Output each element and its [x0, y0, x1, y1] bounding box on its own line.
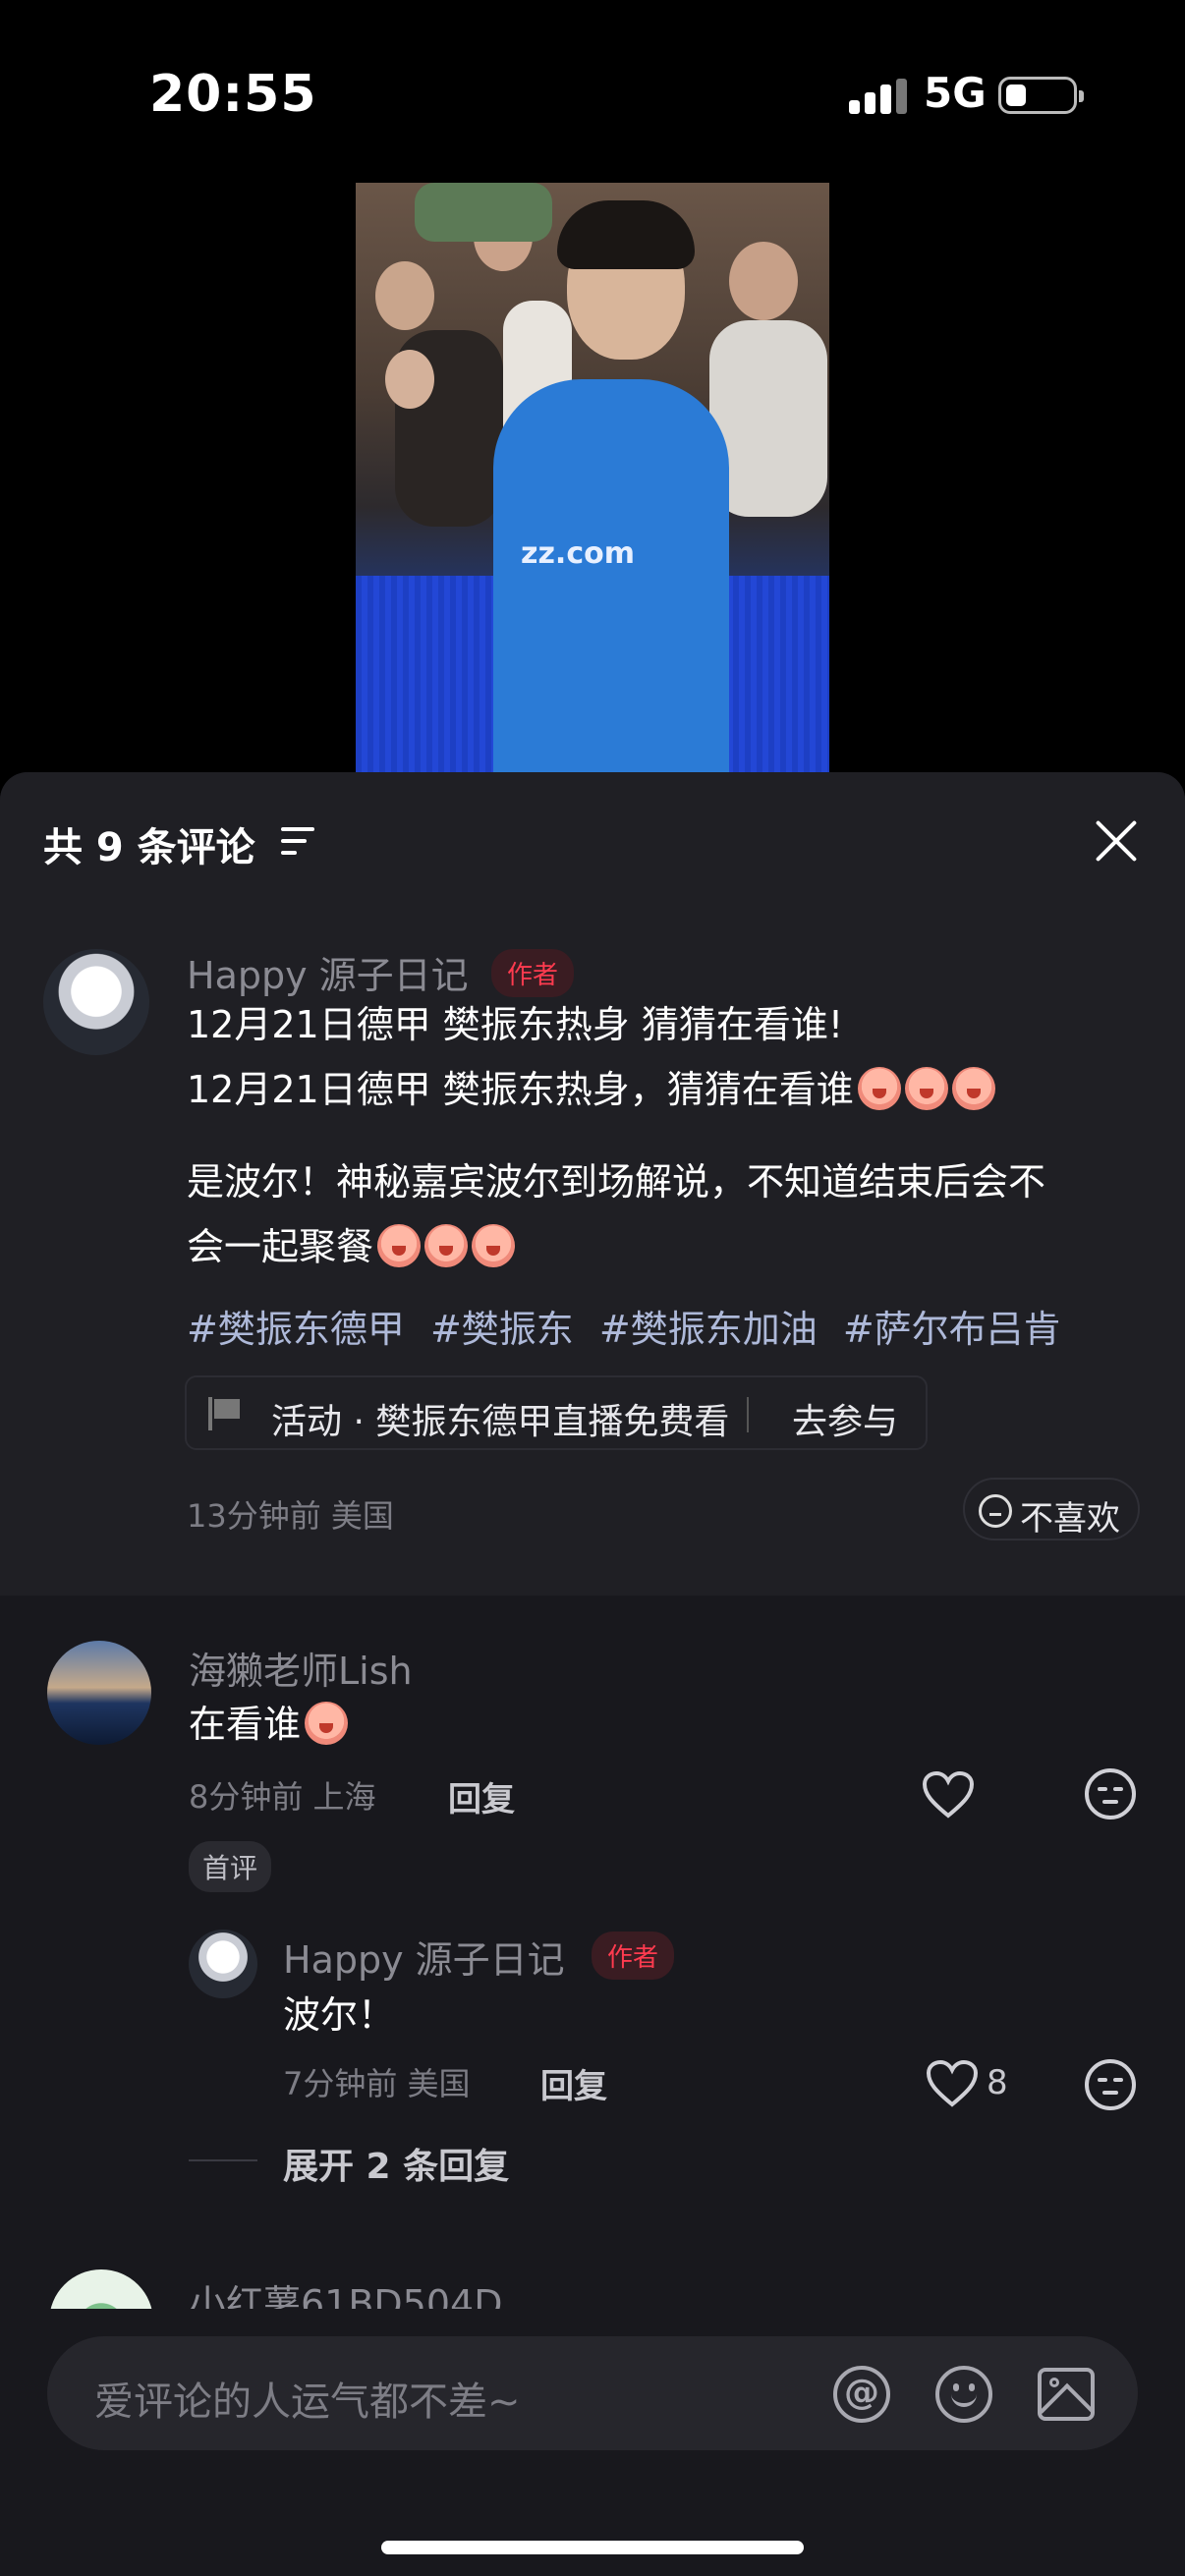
sheet-header: 共 9 条评论 [0, 772, 1185, 908]
post-title: 12月21日德甲 樊振东热身 猜猜在看谁! [187, 1003, 844, 1046]
post-meta: 13分钟前 美国 [187, 1491, 394, 1537]
post-line2: 12月21日德甲 樊振东热身，猜猜在看谁 [187, 1057, 995, 1122]
activity-label: 活动 · 樊振东德甲直播免费看 [271, 1402, 730, 1442]
avatar[interactable] [47, 1641, 151, 1745]
network-type: 5G [924, 69, 987, 117]
expand-replies-button[interactable]: 展开 2 条回复 [283, 2138, 509, 2189]
image-icon[interactable] [1038, 2368, 1095, 2421]
reply-location: 美国 [407, 2065, 471, 2102]
reply-time: 7分钟前 [283, 2065, 398, 2102]
author-badge: 作者 [491, 949, 575, 997]
heart-icon[interactable] [926, 2059, 979, 2108]
reply-username[interactable]: Happy 源子日记 [283, 1930, 565, 1984]
reply-text: 波尔！ [283, 1993, 396, 2037]
emoji-icon [951, 1067, 995, 1110]
close-icon[interactable] [1093, 817, 1140, 865]
meh-face-icon[interactable] [1085, 2059, 1136, 2110]
hashtag[interactable]: #樊振东德甲 [187, 1308, 405, 1351]
jersey-text: zz.com [521, 536, 635, 571]
avatar[interactable] [189, 1930, 257, 1998]
dislike-label: 不喜欢 [1020, 1499, 1120, 1539]
emoji-icon [424, 1224, 469, 1267]
hashtag[interactable]: #樊振东 [430, 1308, 574, 1351]
divider [189, 2159, 257, 2161]
battery-icon [998, 77, 1084, 114]
post-paragraph: 是波尔！神秘嘉宾波尔到场解说，不知道结束后会不 [187, 1160, 1046, 1204]
reply-button[interactable]: 回复 [448, 1772, 515, 1820]
emoji-icon [904, 1067, 948, 1110]
activity-link[interactable]: 活动 · 樊振东德甲直播免费看 去参与 [185, 1375, 928, 1450]
hashtag-row: #樊振东德甲 #樊振东 #樊振东加油 #萨尔布吕肯 [187, 1299, 1075, 1353]
comment-input-placeholder: 爱评论的人运气都不差~ [94, 2380, 521, 2425]
comment-time: 8分钟前 [189, 1778, 304, 1816]
meh-face-icon[interactable] [1085, 1768, 1136, 1820]
post-paragraph-2-text: 会一起聚餐 [187, 1225, 374, 1268]
video-player[interactable]: zz.com [356, 183, 829, 772]
activity-join-button[interactable]: 去参与 [792, 1393, 898, 1444]
emoji-icon [377, 1224, 422, 1267]
signal-icon [849, 79, 908, 114]
first-comment-badge: 首评 [189, 1841, 272, 1892]
comments-sheet: 共 9 条评论 Happy 源子日记 作者 12月21日德甲 樊振东热身 猜猜在… [0, 772, 1185, 2576]
status-time: 20:55 [149, 65, 317, 124]
post-paragraph-2: 会一起聚餐 [187, 1214, 516, 1279]
flag-icon [208, 1397, 242, 1430]
avatar[interactable] [43, 949, 149, 1055]
dislike-button[interactable]: 不喜欢 [963, 1478, 1140, 1540]
emoji-icon [472, 1224, 516, 1267]
comment-username[interactable]: 海獭老师Lish [189, 1641, 413, 1695]
emoji-icon [857, 1067, 901, 1110]
reply-meta: 7分钟前 美国 [283, 2059, 471, 2104]
like-count: 8 [987, 2063, 1008, 2102]
hashtag[interactable]: #萨尔布吕肯 [843, 1308, 1061, 1351]
comment-location: 上海 [312, 1778, 376, 1816]
comment-count-title: 共 9 条评论 [43, 825, 255, 870]
status-bar: 20:55 5G [0, 0, 1185, 177]
emoji-icon[interactable] [935, 2366, 992, 2423]
home-indicator [381, 2541, 804, 2554]
author-post: Happy 源子日记 作者 12月21日德甲 樊振东热身 猜猜在看谁! 12月2… [0, 908, 1185, 1596]
author-username[interactable]: Happy 源子日记 [187, 945, 469, 999]
meh-face-icon [979, 1494, 1012, 1528]
divider [747, 1397, 749, 1432]
author-badge: 作者 [592, 1932, 675, 1980]
post-time: 13分钟前 [187, 1497, 321, 1535]
post-location: 美国 [330, 1497, 394, 1535]
comment-text: 在看谁 [189, 1692, 349, 1757]
comment-meta: 8分钟前 上海 [189, 1772, 376, 1818]
comment-input[interactable]: 爱评论的人运气都不差~ @ [47, 2336, 1138, 2450]
heart-icon[interactable] [922, 1770, 975, 1820]
comment-text-value: 在看谁 [189, 1703, 302, 1746]
filter-icon[interactable] [281, 827, 314, 857]
reply-button[interactable]: 回复 [540, 2059, 607, 2107]
post-line2-text: 12月21日德甲 樊振东热身，猜猜在看谁 [187, 1068, 854, 1111]
at-icon[interactable]: @ [833, 2366, 890, 2423]
emoji-icon [305, 1702, 349, 1745]
comment-input-area: 爱评论的人运气都不差~ @ [0, 2309, 1185, 2576]
hashtag[interactable]: #樊振东加油 [599, 1308, 818, 1351]
